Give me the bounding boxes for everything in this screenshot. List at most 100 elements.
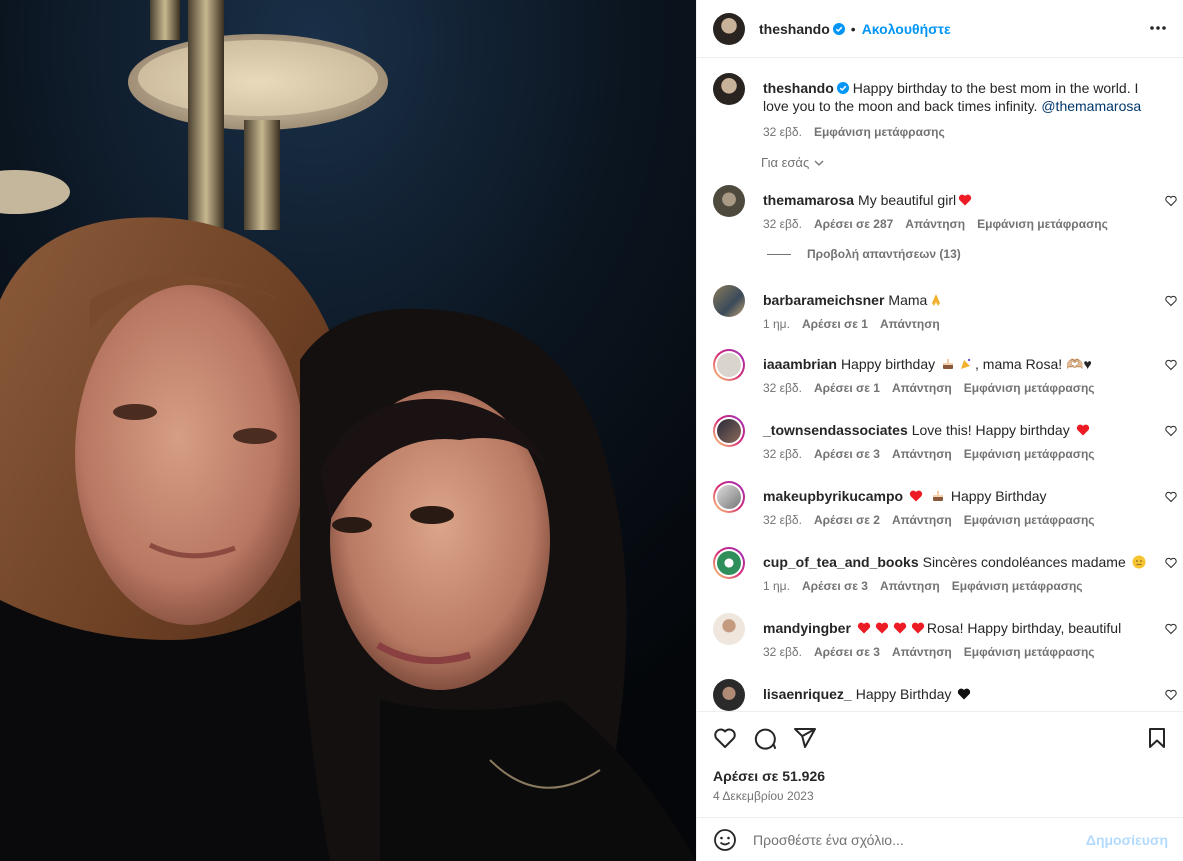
- comment-text: Mama: [888, 292, 928, 308]
- caption-text: theshando Happy birthday to the best mom …: [763, 79, 1153, 115]
- comment-age[interactable]: 32 εβδ.: [763, 445, 802, 463]
- view-replies-button[interactable]: Προβολή απαντήσεων (13): [767, 247, 961, 261]
- comment-reply-button[interactable]: Απάντηση: [880, 577, 940, 595]
- likes-count[interactable]: Αρέσει σε 51.926: [713, 768, 825, 784]
- comment-avatar-story-ring[interactable]: [713, 481, 745, 513]
- comment-text: Happy Birthday: [855, 686, 952, 702]
- comment-username[interactable]: themamarosa: [763, 192, 854, 208]
- caption-age[interactable]: 32 εβδ.: [763, 123, 802, 141]
- photo-illustration: [0, 0, 696, 861]
- comment-age[interactable]: 32 εβδ.: [763, 379, 802, 397]
- comment-likes[interactable]: Αρέσει σε 3: [814, 445, 880, 463]
- replies-line: [767, 253, 791, 255]
- comment-likes[interactable]: Αρέσει σε 3: [814, 643, 880, 661]
- sad-face-emoji-icon: [1132, 555, 1146, 569]
- heart-emoji-icon: [893, 622, 907, 634]
- comment-username[interactable]: iaaambrian: [763, 356, 837, 372]
- chevron-down-icon: [814, 160, 824, 166]
- comment-username[interactable]: lisaenriquez_: [763, 686, 852, 702]
- comment-likes[interactable]: Αρέσει σε 2: [814, 511, 880, 529]
- share-send-icon[interactable]: [793, 726, 817, 750]
- heart-emoji-icon: [857, 622, 871, 634]
- comment-reply-button[interactable]: Απάντηση: [892, 445, 952, 463]
- comment-reply-button[interactable]: Απάντηση: [892, 379, 952, 397]
- comment-avatar[interactable]: [713, 185, 745, 217]
- comment-age[interactable]: 1 ημ.: [763, 577, 790, 595]
- comment-username[interactable]: barbarameichsner: [763, 292, 884, 308]
- verified-badge-icon: [836, 82, 849, 94]
- like-comment-heart-icon[interactable]: [1165, 359, 1177, 371]
- comment-avatar[interactable]: [713, 679, 745, 711]
- emoji-picker-icon[interactable]: [713, 828, 737, 852]
- comment-reply-button[interactable]: Απάντηση: [892, 643, 952, 661]
- comment-avatar-story-ring[interactable]: [713, 547, 745, 579]
- comment-age[interactable]: 32 εβδ.: [763, 643, 802, 661]
- author-username[interactable]: theshando: [759, 21, 830, 37]
- comment-translate-button[interactable]: Εμφάνιση μετάφρασης: [964, 445, 1095, 463]
- for-you-label: Για εσάς: [761, 155, 810, 170]
- like-comment-heart-icon[interactable]: [1165, 295, 1177, 307]
- view-replies-label: Προβολή απαντήσεων (13): [807, 247, 961, 261]
- comment-translate-button[interactable]: Εμφάνιση μετάφρασης: [964, 643, 1095, 661]
- author-avatar[interactable]: [713, 12, 745, 45]
- comment-username[interactable]: mandyingber: [763, 620, 851, 636]
- comment-avatar-story-ring[interactable]: [713, 349, 745, 381]
- follow-button[interactable]: Ακολουθήστε: [862, 21, 951, 37]
- comment-translate-button[interactable]: Εμφάνιση μετάφρασης: [977, 215, 1108, 233]
- comment-age[interactable]: 32 εβδ.: [763, 511, 802, 529]
- like-comment-heart-icon[interactable]: [1165, 425, 1177, 437]
- heart-emoji-icon: [911, 622, 925, 634]
- like-comment-heart-icon[interactable]: [1165, 623, 1177, 635]
- caption-username[interactable]: theshando: [763, 80, 834, 96]
- like-comment-heart-icon[interactable]: [1165, 491, 1177, 503]
- comment-text: My beautiful girl: [858, 192, 957, 208]
- comment-age[interactable]: 32 εβδ.: [763, 215, 802, 233]
- comment-avatar[interactable]: [713, 285, 745, 317]
- heart-emoji-icon: [958, 194, 972, 206]
- post-photo[interactable]: [0, 0, 696, 861]
- comment-username[interactable]: makeupbyrikucampo: [763, 488, 903, 504]
- comments-scroll-area[interactable]: theshando Happy birthday to the best mom …: [697, 59, 1183, 711]
- save-bookmark-icon[interactable]: [1145, 726, 1169, 750]
- comment-likes[interactable]: Αρέσει σε 287: [814, 215, 893, 233]
- more-options-icon[interactable]: [1148, 18, 1168, 38]
- comment-bubble-icon[interactable]: [753, 726, 777, 750]
- comment-reply-button[interactable]: Απάντηση: [905, 215, 965, 233]
- cake-emoji-icon: [932, 491, 943, 501]
- black-heart-emoji-icon: [958, 688, 971, 700]
- heart-emoji-icon: [875, 622, 889, 634]
- comment-reply-button[interactable]: Απάντηση: [892, 511, 952, 529]
- like-comment-heart-icon[interactable]: [1165, 689, 1177, 701]
- comment-likes[interactable]: Αρέσει σε 1: [814, 379, 880, 397]
- comment-likes[interactable]: Αρέσει σε 3: [802, 577, 868, 595]
- heart-emoji-icon: [909, 490, 923, 502]
- comment-translate-button[interactable]: Εμφάνιση μετάφρασης: [964, 511, 1095, 529]
- party-popper-emoji-icon: [961, 358, 971, 369]
- comment-translate-button[interactable]: Εμφάνιση μετάφρασης: [952, 577, 1083, 595]
- add-comment-input[interactable]: [753, 831, 1078, 848]
- pray-emoji-icon: [932, 294, 941, 306]
- comment-text-after: , mama Rosa! 🫶🏼♥: [975, 356, 1092, 372]
- separator-dot: •: [850, 20, 856, 37]
- comment-likes[interactable]: Αρέσει σε 1: [802, 315, 868, 333]
- like-heart-icon[interactable]: [713, 726, 737, 750]
- comment-composer: Δημοσίευση: [697, 817, 1183, 861]
- comment-username[interactable]: _townsendassociates: [763, 422, 908, 438]
- like-comment-heart-icon[interactable]: [1165, 195, 1177, 207]
- comment-avatar[interactable]: [713, 613, 745, 645]
- comment-username[interactable]: cup_of_tea_and_books: [763, 554, 919, 570]
- caption-translate-button[interactable]: Εμφάνιση μετάφρασης: [814, 123, 945, 141]
- post-side-panel: theshando • Ακολουθήστε theshando Happy b…: [696, 0, 1183, 861]
- comment-reply-button[interactable]: Απάντηση: [880, 315, 940, 333]
- comment-translate-button[interactable]: Εμφάνιση μετάφρασης: [964, 379, 1095, 397]
- for-you-filter[interactable]: Για εσάς: [761, 155, 825, 170]
- comment-text: Love this! Happy birthday: [911, 422, 1070, 438]
- like-comment-heart-icon[interactable]: [1165, 557, 1177, 569]
- caption-mention-link[interactable]: @themamarosa: [1041, 98, 1141, 114]
- post-comment-button[interactable]: Δημοσίευση: [1086, 832, 1168, 848]
- comment-avatar-story-ring[interactable]: [713, 415, 745, 447]
- comment-text: Sincères condoléances madame: [922, 554, 1126, 570]
- caption-author-avatar[interactable]: [713, 73, 745, 105]
- post-date[interactable]: 4 Δεκεμβρίου 2023: [713, 789, 814, 803]
- comment-age[interactable]: 1 ημ.: [763, 315, 790, 333]
